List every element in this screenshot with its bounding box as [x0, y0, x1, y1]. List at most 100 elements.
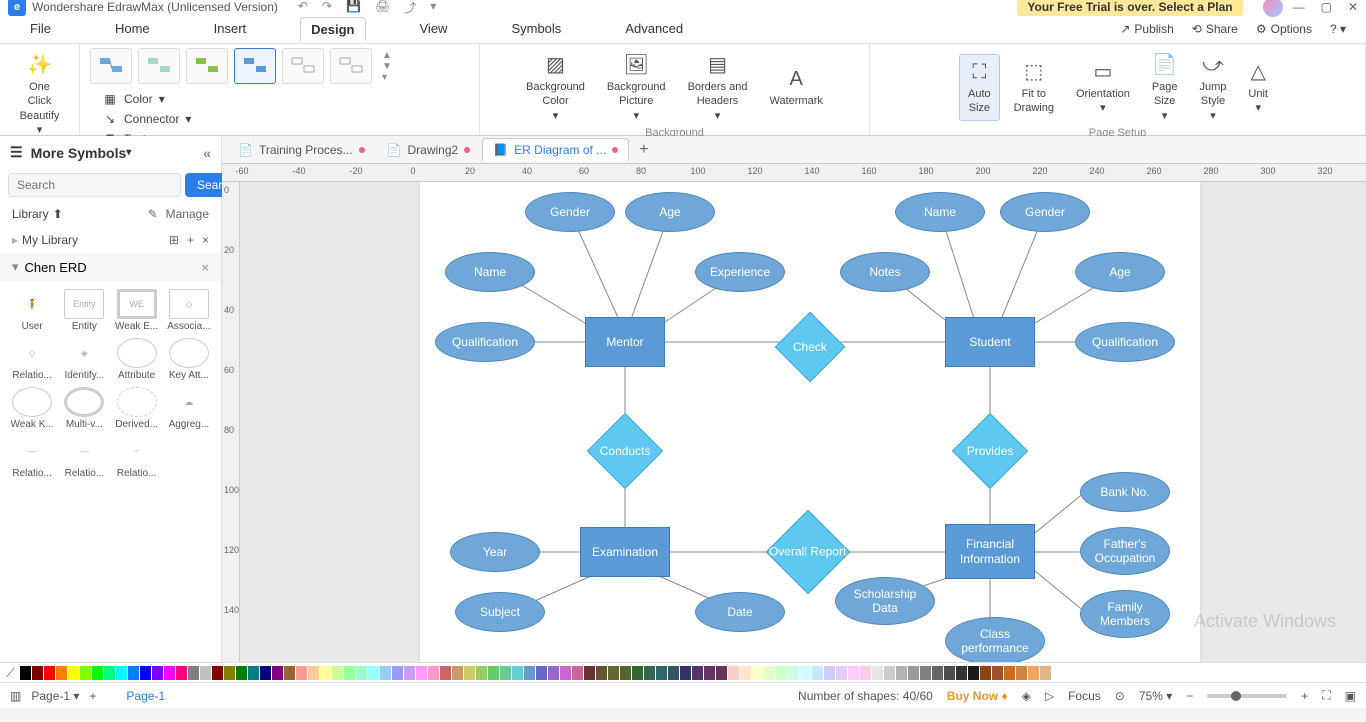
section-expand-icon[interactable]: ▾	[12, 259, 19, 275]
shape-relationship[interactable]: ◇Relatio...	[8, 338, 56, 381]
color-swatch[interactable]	[656, 666, 667, 680]
rel-provides[interactable]: Provides	[952, 413, 1028, 489]
color-swatch[interactable]	[176, 666, 187, 680]
shape-associative[interactable]: ◇Associa...	[165, 289, 213, 332]
shape-attribute[interactable]: Attribute	[113, 338, 161, 381]
attr-experience[interactable]: Experience	[695, 252, 785, 292]
user-avatar[interactable]	[1263, 0, 1283, 17]
menu-insert[interactable]: Insert	[204, 17, 257, 40]
canvas[interactable]: Gender Age Name Experience Qualification…	[240, 182, 1366, 662]
color-swatch[interactable]	[836, 666, 847, 680]
color-swatch[interactable]	[1040, 666, 1051, 680]
auto-size-button[interactable]: ⛶Auto Size	[959, 54, 1000, 121]
eyedropper-icon[interactable]: ⟋	[6, 665, 15, 681]
more-icon[interactable]: ▾	[430, 0, 436, 16]
add-tab-button[interactable]: +	[631, 139, 656, 161]
theme-6[interactable]	[330, 48, 372, 84]
tab-er-diagram[interactable]: 📘ER Diagram of ...	[482, 138, 629, 161]
color-swatch[interactable]	[188, 666, 199, 680]
color-swatch[interactable]	[416, 666, 427, 680]
attr-name[interactable]: Name	[445, 252, 535, 292]
color-swatch[interactable]	[956, 666, 967, 680]
rel-conducts[interactable]: Conducts	[587, 413, 663, 489]
shape-weak-key[interactable]: Weak K...	[8, 387, 56, 430]
entity-examination[interactable]: Examination	[580, 527, 670, 577]
color-swatch[interactable]	[896, 666, 907, 680]
color-swatch[interactable]	[524, 666, 535, 680]
color-swatch[interactable]	[788, 666, 799, 680]
color-swatch[interactable]	[632, 666, 643, 680]
color-swatch[interactable]	[812, 666, 823, 680]
color-swatch[interactable]	[452, 666, 463, 680]
color-swatch[interactable]	[920, 666, 931, 680]
zoom-out-icon[interactable]: −	[1186, 689, 1193, 703]
unit-button[interactable]: △Unit ▾	[1240, 55, 1276, 120]
zoom-level[interactable]: 75% ▾	[1139, 689, 1172, 703]
attr-notes[interactable]: Notes	[840, 252, 930, 292]
color-swatch[interactable]	[476, 666, 487, 680]
attr-family[interactable]: Family Members	[1080, 590, 1170, 638]
shape-derived[interactable]: Derived...	[113, 387, 161, 430]
color-swatch[interactable]	[752, 666, 763, 680]
entity-mentor[interactable]: Mentor	[585, 317, 665, 367]
color-swatch[interactable]	[764, 666, 775, 680]
color-swatch[interactable]	[284, 666, 295, 680]
library-label[interactable]: Library	[12, 207, 49, 221]
shape-aggregation[interactable]: ☁Aggreg...	[165, 387, 213, 430]
shape-entity[interactable]: EntityEntity	[60, 289, 108, 332]
entity-financial[interactable]: Financial Information	[945, 524, 1035, 579]
color-swatch[interactable]	[584, 666, 595, 680]
color-swatch[interactable]	[728, 666, 739, 680]
color-swatch[interactable]	[704, 666, 715, 680]
publish-button[interactable]: ↗ Publish	[1120, 22, 1173, 36]
color-swatch[interactable]	[116, 666, 127, 680]
page-size-button[interactable]: 📄Page Size ▾	[1144, 48, 1186, 127]
shape-key-attr[interactable]: Key Att...	[165, 338, 213, 381]
trial-banner[interactable]: Your Free Trial is over. Select a Plan	[1017, 0, 1242, 16]
entity-student[interactable]: Student	[945, 317, 1035, 367]
color-swatch[interactable]	[404, 666, 415, 680]
options-button[interactable]: ⚙ Options	[1256, 22, 1312, 36]
expand-icon[interactable]: ▸	[12, 233, 18, 247]
jump-style-button[interactable]: ⤻Jump Style ▾	[1192, 48, 1235, 127]
color-swatch[interactable]	[500, 666, 511, 680]
theme-1[interactable]	[90, 48, 132, 84]
color-swatch[interactable]	[608, 666, 619, 680]
fit-drawing-button[interactable]: ⬚Fit to Drawing	[1006, 55, 1062, 120]
color-swatch[interactable]	[200, 666, 211, 680]
color-swatch[interactable]	[680, 666, 691, 680]
color-swatch[interactable]	[20, 666, 31, 680]
color-swatch[interactable]	[488, 666, 499, 680]
color-swatch[interactable]	[344, 666, 355, 680]
color-swatch[interactable]	[212, 666, 223, 680]
save-icon[interactable]: 💾	[346, 0, 361, 16]
help-icon[interactable]: ? ▾	[1330, 22, 1346, 36]
theme-5[interactable]	[282, 48, 324, 84]
close-lib-icon[interactable]: ×	[202, 233, 209, 247]
search-input[interactable]	[8, 173, 181, 197]
collapse-sidebar-icon[interactable]: «	[203, 145, 211, 161]
color-swatch[interactable]	[56, 666, 67, 680]
color-swatch[interactable]	[380, 666, 391, 680]
menu-design[interactable]: Design	[300, 17, 365, 41]
bg-picture-button[interactable]: 🖼Background Picture ▾	[599, 48, 674, 127]
attr-s-name[interactable]: Name	[895, 192, 985, 232]
play-icon[interactable]: ⊙	[1115, 689, 1125, 703]
color-swatch[interactable]	[224, 666, 235, 680]
color-swatch[interactable]	[968, 666, 979, 680]
attr-age[interactable]: Age	[625, 192, 715, 232]
color-swatch[interactable]	[560, 666, 571, 680]
color-swatch[interactable]	[68, 666, 79, 680]
pages-icon[interactable]: ▥	[10, 689, 21, 703]
theme-up-icon[interactable]: ▲	[382, 50, 392, 61]
attr-year[interactable]: Year	[450, 532, 540, 572]
attr-gender[interactable]: Gender	[525, 192, 615, 232]
color-swatch[interactable]	[596, 666, 607, 680]
attr-subject[interactable]: Subject	[455, 592, 545, 632]
color-swatch[interactable]	[104, 666, 115, 680]
color-swatch[interactable]	[392, 666, 403, 680]
color-swatch[interactable]	[152, 666, 163, 680]
color-swatch[interactable]	[1028, 666, 1039, 680]
color-swatch[interactable]	[620, 666, 631, 680]
layers-icon[interactable]: ◈	[1022, 689, 1031, 703]
